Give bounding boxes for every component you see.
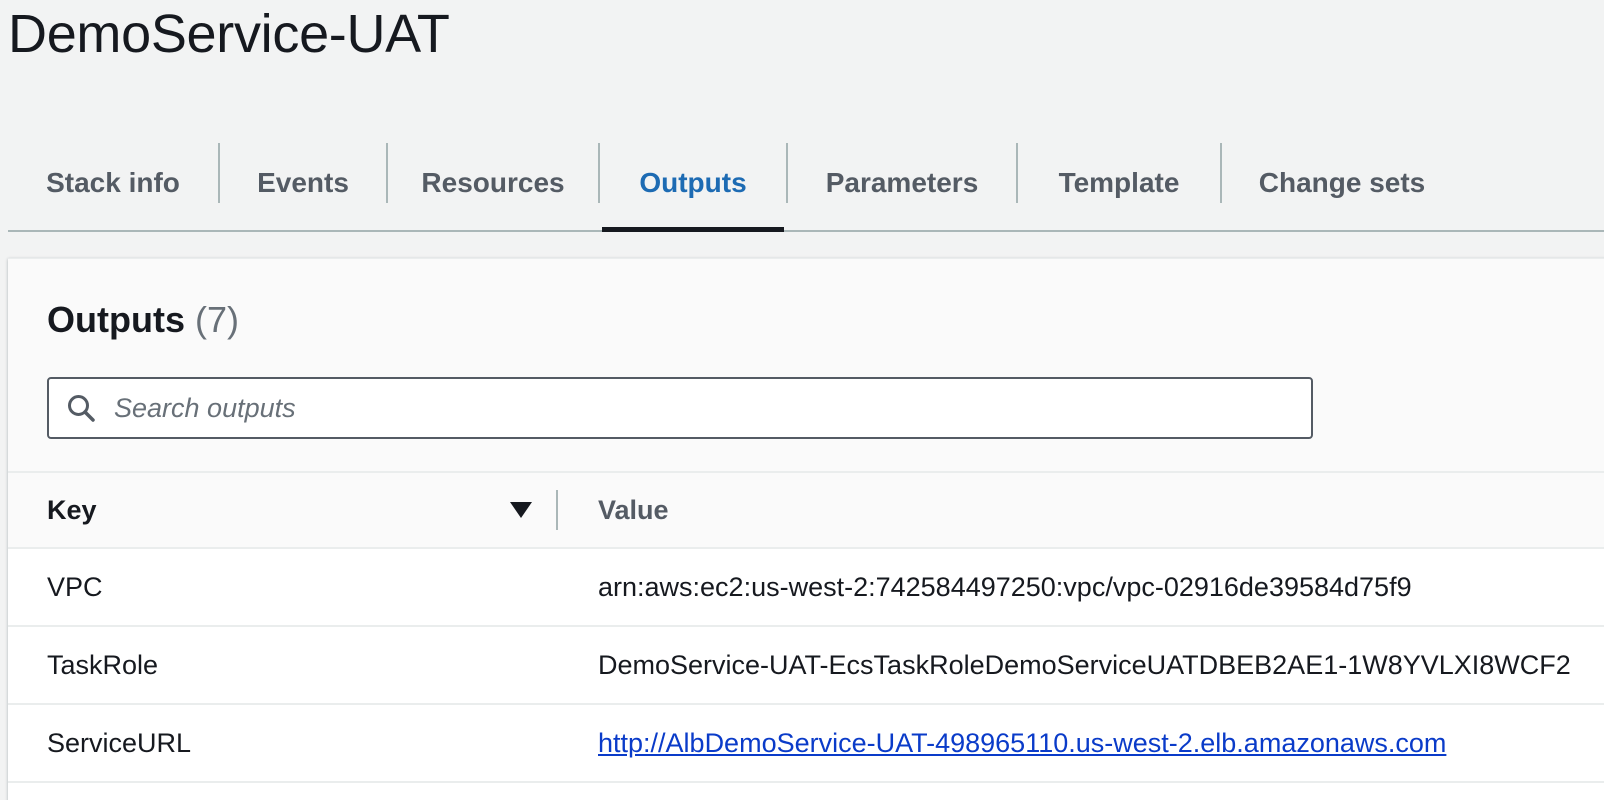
outputs-heading-label: Outputs	[47, 299, 185, 340]
outputs-panel-header: Outputs (7)	[8, 259, 1604, 473]
cloudformation-stack-page: DemoService-UAT Stack info Events Resour…	[0, 0, 1604, 800]
tab-outputs[interactable]: Outputs	[600, 140, 786, 232]
output-value-cell: http://AlbDemoService-UAT-498965110.us-w…	[598, 705, 1446, 781]
table-row: ServiceURL http://AlbDemoService-UAT-498…	[8, 705, 1604, 783]
outputs-count: (7)	[195, 299, 239, 340]
tab-events[interactable]: Events	[220, 140, 386, 226]
column-resize-handle[interactable]	[556, 490, 558, 530]
search-icon	[66, 393, 96, 423]
outputs-heading: Outputs (7)	[47, 299, 239, 341]
tab-template[interactable]: Template	[1018, 140, 1220, 226]
search-input[interactable]	[112, 379, 1311, 437]
tab-resources[interactable]: Resources	[388, 140, 598, 226]
tab-parameters[interactable]: Parameters	[788, 140, 1016, 226]
column-header-key[interactable]: Key	[47, 473, 97, 547]
output-key: TaskRole	[47, 649, 159, 680]
output-key: VPC	[47, 571, 103, 602]
column-header-value[interactable]: Value	[598, 473, 669, 547]
search-box	[47, 377, 1313, 439]
table-row: VPC arn:aws:ec2:us-west-2:742584497250:v…	[8, 549, 1604, 627]
table-row: TaskRole DemoService-UAT-EcsTaskRoleDemo…	[8, 627, 1604, 705]
output-key: ServiceURL	[47, 727, 192, 758]
tab-change-sets[interactable]: Change sets	[1222, 140, 1462, 226]
output-value: DemoService-UAT-EcsTaskRoleDemoServiceUA…	[598, 649, 1571, 680]
outputs-panel: Outputs (7) Key Value VPC	[8, 258, 1604, 800]
table-header: Key Value	[8, 473, 1604, 549]
page-title: DemoService-UAT	[8, 4, 450, 64]
caret-down-icon[interactable]	[508, 499, 534, 521]
tab-stack-info[interactable]: Stack info	[8, 140, 218, 226]
service-url-link[interactable]: http://AlbDemoService-UAT-498965110.us-w…	[598, 728, 1446, 759]
stack-tabs: Stack info Events Resources Outputs Para…	[8, 140, 1604, 232]
output-value: arn:aws:ec2:us-west-2:742584497250:vpc/v…	[598, 571, 1412, 602]
